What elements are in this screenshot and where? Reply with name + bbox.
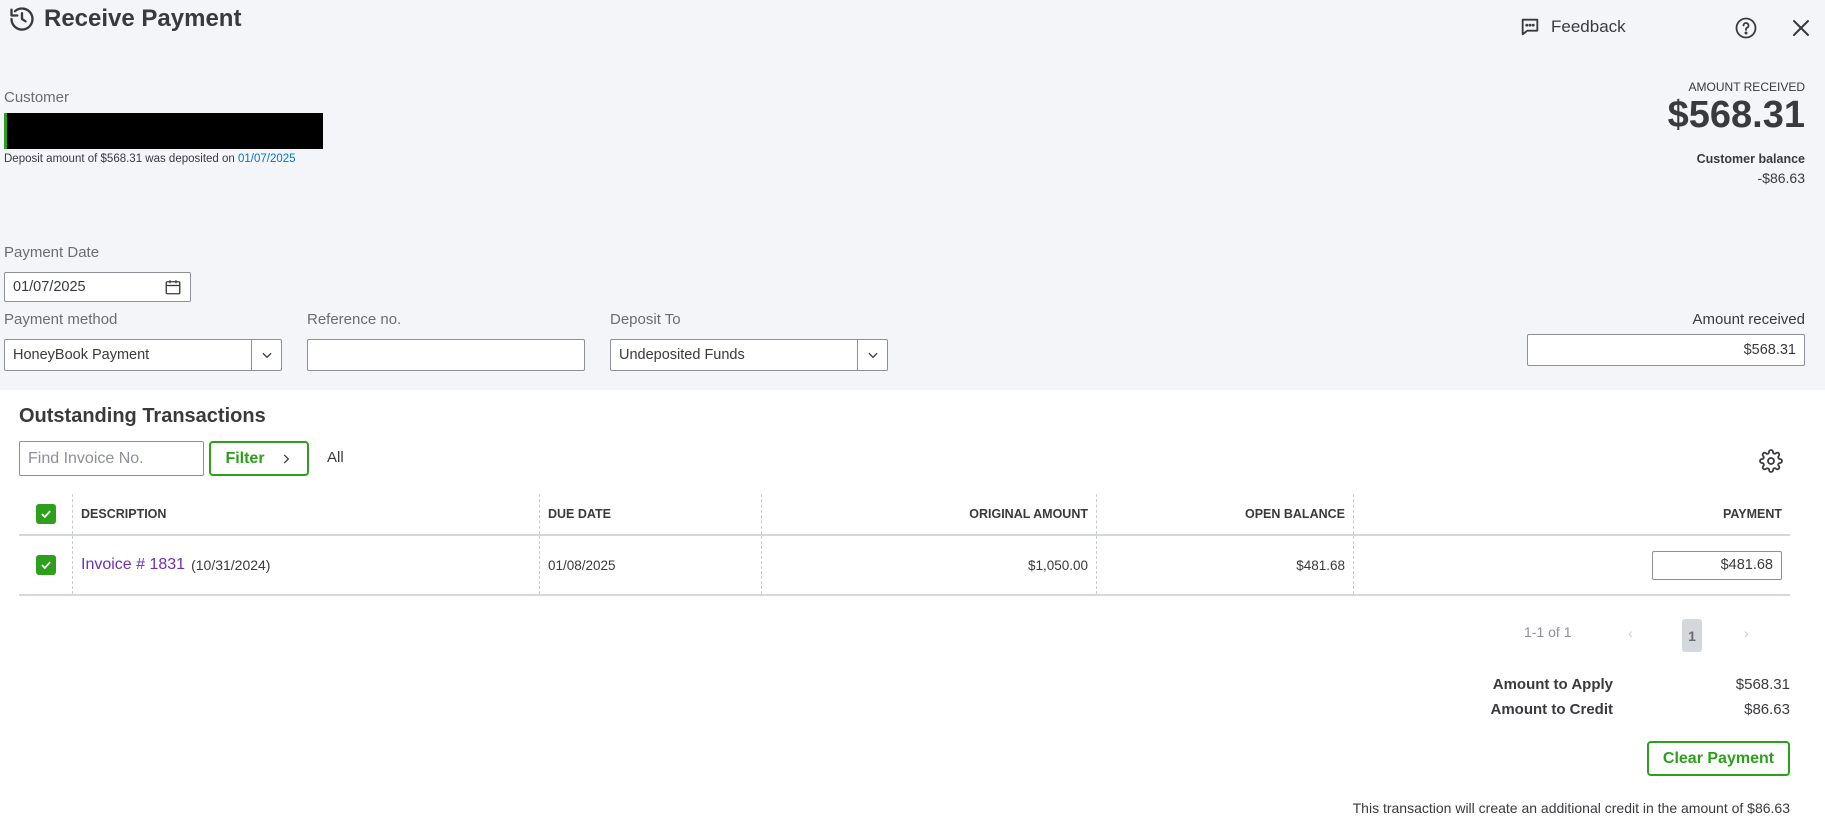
transactions-table: DESCRIPTION DUE DATE ORIGINAL AMOUNT OPE… <box>19 494 1790 596</box>
reference-label: Reference no. <box>307 311 402 328</box>
deposit-date-link[interactable]: 01/07/2025 <box>238 153 296 165</box>
row-checkbox[interactable] <box>35 555 56 575</box>
payment-cell: $481.68 <box>1354 536 1790 594</box>
customer-field[interactable] <box>4 113 323 149</box>
help-circle-icon[interactable] <box>1734 16 1758 40</box>
chevron-down-icon[interactable] <box>251 340 281 370</box>
column-header-payment: PAYMENT <box>1722 507 1782 521</box>
payment-method-value: HoneyBook Payment <box>13 347 150 363</box>
amount-received-total: $568.31 <box>1667 94 1805 136</box>
chevron-down-icon[interactable] <box>857 340 887 370</box>
payment-date-label: Payment Date <box>4 244 100 261</box>
chevron-right-icon <box>283 453 289 464</box>
close-icon[interactable] <box>1789 16 1813 40</box>
feedback-button[interactable]: Feedback <box>1519 16 1626 38</box>
outstanding-transactions-title: Outstanding Transactions <box>19 405 266 427</box>
page-title-text: Receive Payment <box>44 5 242 32</box>
history-icon[interactable] <box>8 5 36 33</box>
filter-button[interactable]: Filter <box>209 441 309 476</box>
deposit-to-value: Undeposited Funds <box>619 347 745 363</box>
table-header: DESCRIPTION DUE DATE ORIGINAL AMOUNT OPE… <box>19 494 1790 536</box>
clear-payment-button[interactable]: Clear Payment <box>1647 741 1790 776</box>
filter-label: Filter <box>225 449 265 467</box>
payment-input[interactable]: $481.68 <box>1652 550 1782 580</box>
customer-balance-value: -$86.63 <box>1757 170 1805 186</box>
credit-note: This transaction will create an addition… <box>1352 800 1790 816</box>
amount-to-apply-label: Amount to Apply <box>1492 676 1613 693</box>
customer-label: Customer <box>4 89 70 106</box>
description-cell: Invoice # 1831 (10/31/2024) <box>73 536 540 594</box>
pagination-range: 1-1 of 1 <box>1524 624 1572 640</box>
select-all-cell <box>19 494 73 534</box>
amount-to-credit-label: Amount to Credit <box>1490 701 1613 718</box>
deposit-to-label: Deposit To <box>610 311 681 328</box>
deposit-to-select[interactable]: Undeposited Funds <box>610 339 888 371</box>
find-invoice-input[interactable]: Find Invoice No. <box>19 441 204 476</box>
open-balance-cell: $481.68 <box>1097 536 1354 594</box>
page-title: Receive Payment <box>8 5 241 33</box>
all-filter-label[interactable]: All <box>327 449 344 466</box>
invoice-date: (10/31/2024) <box>191 557 271 573</box>
feedback-label: Feedback <box>1551 17 1626 36</box>
deposit-note-text: Deposit amount of $568.31 was deposited … <box>4 153 238 165</box>
calendar-icon[interactable] <box>164 278 182 296</box>
customer-balance-label: Customer balance <box>1696 152 1805 166</box>
reference-input[interactable] <box>307 339 585 371</box>
previous-page-button[interactable]: ‹ <box>1628 625 1633 641</box>
header-panel <box>0 0 1825 390</box>
original-amount-cell: $1,050.00 <box>762 536 1097 594</box>
gear-icon[interactable] <box>1759 449 1783 473</box>
amount-to-credit-value: $86.63 <box>1744 701 1790 718</box>
amount-received-input[interactable]: $568.31 <box>1527 334 1805 366</box>
column-header-due-date: DUE DATE <box>540 494 762 534</box>
column-header-open-balance: OPEN BALANCE <box>1097 494 1354 534</box>
amount-received-input-label: Amount received <box>1692 311 1805 328</box>
invoice-link[interactable]: Invoice # 1831 <box>81 556 185 574</box>
current-page-button[interactable]: 1 <box>1682 619 1702 652</box>
table-row: Invoice # 1831 (10/31/2024) 01/08/2025 $… <box>19 536 1790 596</box>
payment-method-label: Payment method <box>4 311 118 328</box>
select-all-checkbox[interactable] <box>35 504 56 524</box>
payment-date-value: 01/07/2025 <box>13 279 86 295</box>
amount-received-label: AMOUNT RECEIVED <box>1688 80 1805 94</box>
chat-bubble-icon <box>1521 18 1539 36</box>
payment-method-select[interactable]: HoneyBook Payment <box>4 339 282 371</box>
payment-date-field[interactable]: 01/07/2025 <box>4 272 191 302</box>
next-page-button[interactable]: › <box>1744 625 1749 641</box>
column-header-original-amount: ORIGINAL AMOUNT <box>762 494 1097 534</box>
row-select-cell <box>19 536 73 594</box>
deposit-note: Deposit amount of $568.31 was deposited … <box>4 153 296 165</box>
due-date-cell: 01/08/2025 <box>540 536 762 594</box>
column-header-description: DESCRIPTION <box>73 494 540 534</box>
amount-to-apply-value: $568.31 <box>1735 676 1790 693</box>
